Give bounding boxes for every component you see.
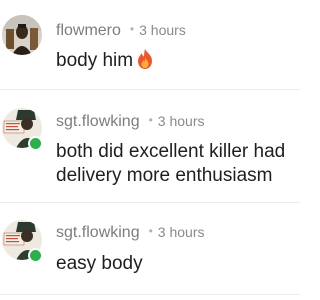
- fire-icon: [136, 49, 154, 76]
- username-link[interactable]: sgt.flowking: [56, 224, 140, 241]
- comment-text: easy body: [56, 253, 143, 274]
- online-status-dot: [28, 248, 43, 263]
- comment-text: both did excellent killer had delivery m…: [56, 141, 286, 186]
- divider: [0, 294, 300, 295]
- comment-body: body him: [56, 49, 296, 76]
- avatar[interactable]: [2, 15, 42, 55]
- timestamp: 3 hours: [139, 22, 186, 38]
- meta-separator: •: [148, 224, 153, 238]
- comment-feed: flowmero • 3 hours body him sgt.flowking…: [0, 0, 300, 300]
- comment-body: easy body: [56, 252, 296, 276]
- user-photo-avatar: [2, 15, 42, 55]
- username-link[interactable]: sgt.flowking: [56, 113, 140, 130]
- comment-item: sgt.flowking • 3 hours both did excellent …: [0, 90, 300, 200]
- comment-meta: sgt.flowking • 3 hours: [56, 113, 205, 131]
- comment-meta: flowmero • 3 hours: [56, 22, 186, 40]
- username-link[interactable]: flowmero: [56, 22, 121, 39]
- timestamp: 3 hours: [157, 224, 205, 240]
- comment-meta: sgt.flowking • 3 hours: [56, 224, 205, 242]
- comment-body: both did excellent killer had delivery m…: [56, 140, 296, 188]
- meta-separator: •: [148, 113, 153, 127]
- meta-separator: •: [129, 22, 135, 36]
- timestamp: 3 hours: [157, 113, 205, 129]
- online-status-dot: [28, 136, 43, 151]
- comment-text: body him: [56, 50, 134, 71]
- comment-item: flowmero • 3 hours body him: [0, 0, 300, 90]
- comment-item: sgt.flowking • 3 hours easy body: [0, 203, 300, 300]
